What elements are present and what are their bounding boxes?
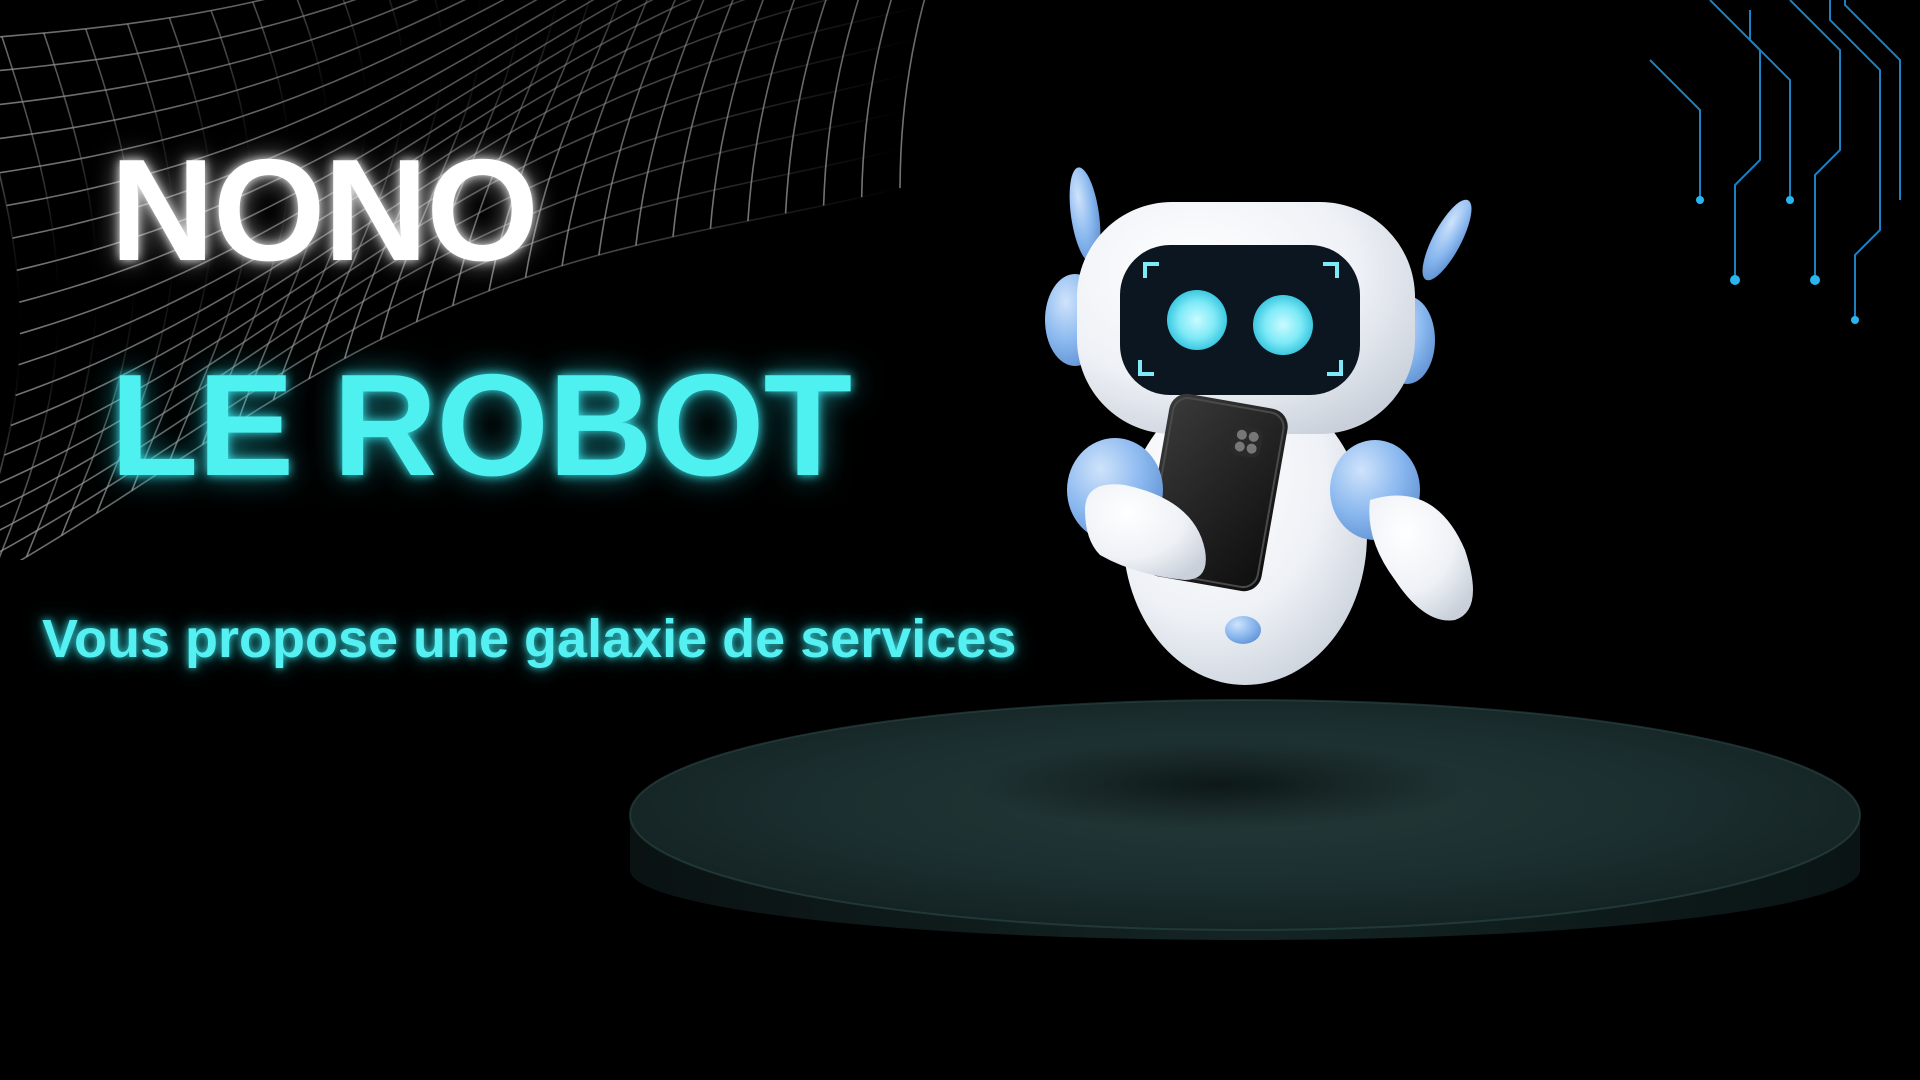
title-le-robot: LE ROBOT — [110, 344, 852, 506]
title-nono: NONO — [110, 129, 539, 291]
circuit-lines-graphic — [1649, 0, 1901, 324]
robot-mascot-graphic — [1045, 167, 1473, 685]
hero-banner: NONO LE ROBOT Vous propose une galaxie d… — [0, 0, 1920, 1080]
tagline-text: Vous propose une galaxie de services — [42, 609, 1017, 669]
